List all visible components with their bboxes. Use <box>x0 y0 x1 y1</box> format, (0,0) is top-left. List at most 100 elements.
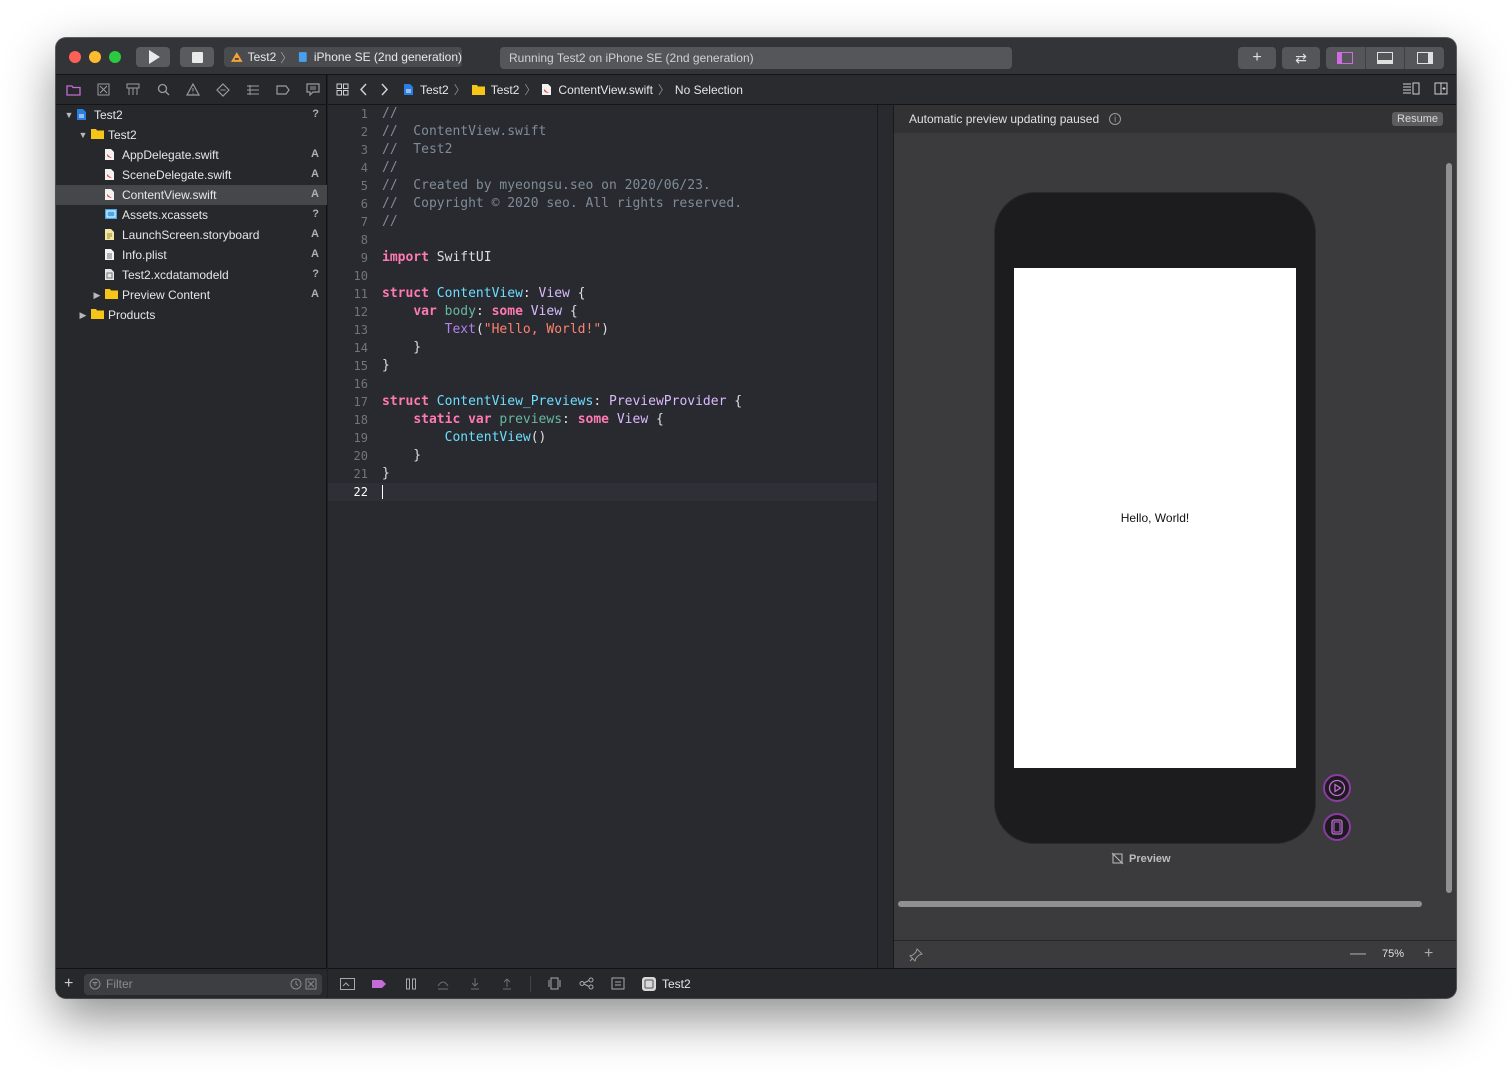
code-text: // Copyright © 2020 seo. All rights rese… <box>382 195 742 213</box>
navigator-filter-field[interactable]: Filter <box>84 974 322 995</box>
library-button[interactable]: + <box>1238 47 1276 69</box>
editor-options-button[interactable] <box>1402 82 1420 98</box>
scheme-selector[interactable]: Test2 〉 iPhone SE (2nd generation) <box>224 47 462 67</box>
line-number: 11 <box>353 287 368 301</box>
step-out-button[interactable] <box>498 975 516 993</box>
toggle-inspector-button[interactable] <box>1404 47 1444 69</box>
code-line[interactable]: 10 <box>328 267 877 285</box>
run-button[interactable] <box>136 47 170 67</box>
file-tree-row[interactable]: ▶ Products <box>56 305 327 325</box>
related-items-button[interactable] <box>336 83 349 96</box>
code-line[interactable]: 9 import SwiftUI <box>328 249 877 267</box>
code-line[interactable]: 13 Text("Hello, World!") <box>328 321 877 339</box>
stop-button[interactable] <box>180 47 214 67</box>
preview-on-device-button[interactable] <box>1323 813 1351 841</box>
view-debugger-button[interactable] <box>545 975 563 993</box>
symbol-navigator-tab[interactable] <box>124 81 142 99</box>
live-preview-button[interactable] <box>1323 774 1351 802</box>
source-control-filter-icon[interactable] <box>305 978 317 990</box>
code-line[interactable]: 20 } <box>328 447 877 465</box>
forward-button[interactable] <box>379 83 389 96</box>
code-line[interactable]: 12 var body: some View { <box>328 303 877 321</box>
step-over-button[interactable] <box>434 975 452 993</box>
code-line[interactable]: 17 struct ContentView_Previews: PreviewPr… <box>328 393 877 411</box>
source-control-navigator-tab[interactable] <box>94 81 112 99</box>
code-line[interactable]: 19 ContentView() <box>328 429 877 447</box>
horizontal-scrollbar[interactable] <box>898 901 1422 907</box>
editor-divider[interactable] <box>877 105 893 968</box>
find-navigator-tab[interactable] <box>154 81 172 99</box>
code-line[interactable]: 8 <box>328 231 877 249</box>
project-navigator-tab[interactable] <box>64 81 82 99</box>
code-line[interactable]: 22 <box>328 483 877 501</box>
breadcrumb-project[interactable]: Test2 〉 <box>403 81 471 98</box>
issue-navigator-tab[interactable] <box>184 81 202 99</box>
info-icon[interactable]: i <box>1109 113 1122 125</box>
code-line[interactable]: 7 // <box>328 213 877 231</box>
code-review-button[interactable]: ⇄ <box>1282 47 1320 69</box>
zoom-out-button[interactable]: — <box>1350 945 1366 963</box>
toggle-debug-area-button[interactable] <box>1364 47 1405 69</box>
code-line[interactable]: 2 // ContentView.swift <box>328 123 877 141</box>
file-tree-row[interactable]: ▼ Test2 <box>56 125 327 145</box>
code-line[interactable]: 21} <box>328 465 877 483</box>
pause-button[interactable] <box>402 975 420 993</box>
report-navigator-tab[interactable] <box>304 81 322 99</box>
code-line[interactable]: 4 // <box>328 159 877 177</box>
hide-debug-area-button[interactable] <box>338 975 356 993</box>
memory-graph-button[interactable] <box>577 975 595 993</box>
zoom-in-button[interactable]: + <box>1424 945 1433 963</box>
code-line[interactable]: 11 struct ContentView: View { <box>328 285 877 303</box>
file-tree-row[interactable]: Test2.xcdatamodeld? <box>56 265 327 285</box>
disclosure-open-icon[interactable]: ▼ <box>64 110 74 120</box>
swift-file-icon <box>104 148 118 162</box>
file-tree-row[interactable]: LaunchScreen.storyboard A <box>56 225 327 245</box>
test-navigator-tab[interactable] <box>214 81 232 99</box>
add-editor-button[interactable] <box>1434 82 1448 98</box>
code-token: body <box>444 304 476 319</box>
code-line[interactable]: 3 // Test2 <box>328 141 877 159</box>
breadcrumb-symbol[interactable]: No Selection <box>675 83 743 97</box>
preview-screen[interactable]: Hello, World! <box>1014 268 1296 768</box>
debug-target[interactable]: Test2 <box>641 976 691 992</box>
zoom-level[interactable]: 75% <box>1382 948 1404 960</box>
debug-navigator-tab[interactable] <box>244 81 262 99</box>
pin-button[interactable] <box>909 948 923 965</box>
disclosure-closed-icon[interactable]: ▶ <box>92 290 102 300</box>
add-file-button[interactable]: + <box>64 975 73 993</box>
code-line[interactable]: 5 // Created by myeongsu.seo on 2020/06/2… <box>328 177 877 195</box>
file-tree-row[interactable]: SceneDelegate.swift A <box>56 165 327 185</box>
file-tree-row[interactable]: Info.plist A <box>56 245 327 265</box>
breadcrumb-file[interactable]: ContentView.swift 〉 <box>541 81 675 98</box>
breakpoint-navigator-tab[interactable] <box>274 81 292 99</box>
breakpoints-toggle[interactable] <box>370 975 388 993</box>
source-editor[interactable]: 1 // 2 // ContentView.swift 3 // Test2 4 // 5 // … <box>328 105 877 968</box>
step-into-button[interactable] <box>466 975 484 993</box>
code-line[interactable]: 15} <box>328 357 877 375</box>
resume-button[interactable]: Resume <box>1392 112 1443 126</box>
disclosure-closed-icon[interactable]: ▶ <box>78 310 88 320</box>
code-line[interactable]: 14 } <box>328 339 877 357</box>
breadcrumb-group[interactable]: Test2 〉 <box>471 81 542 98</box>
file-tree-row[interactable]: AppDelegate.swift A <box>56 145 327 165</box>
vertical-scrollbar[interactable] <box>1446 163 1452 893</box>
grid-icon <box>336 83 349 96</box>
code-line[interactable]: 1 // <box>328 105 877 123</box>
toggle-navigator-button[interactable] <box>1326 47 1365 69</box>
minimize-window-button[interactable] <box>89 51 101 63</box>
close-window-button[interactable] <box>69 51 81 63</box>
disclosure-open-icon[interactable]: ▼ <box>78 130 88 140</box>
environment-overrides-button[interactable] <box>609 975 627 993</box>
file-tree-row[interactable]: Assets.xcassets? <box>56 205 327 225</box>
file-tree-row[interactable]: ▶ Preview Content A <box>56 285 327 305</box>
file-tree-row[interactable]: ▼ Test2? <box>56 105 327 125</box>
code-line[interactable]: 6 // Copyright © 2020 seo. All rights res… <box>328 195 877 213</box>
recent-files-icon[interactable] <box>290 978 302 990</box>
back-button[interactable] <box>359 83 369 96</box>
zoom-window-button[interactable] <box>109 51 121 63</box>
code-line[interactable]: 16 <box>328 375 877 393</box>
code-line[interactable]: 18 static var previews: some View { <box>328 411 877 429</box>
file-tree-row[interactable]: ContentView.swift A <box>56 185 327 205</box>
preview-name[interactable]: Preview <box>1111 852 1171 865</box>
